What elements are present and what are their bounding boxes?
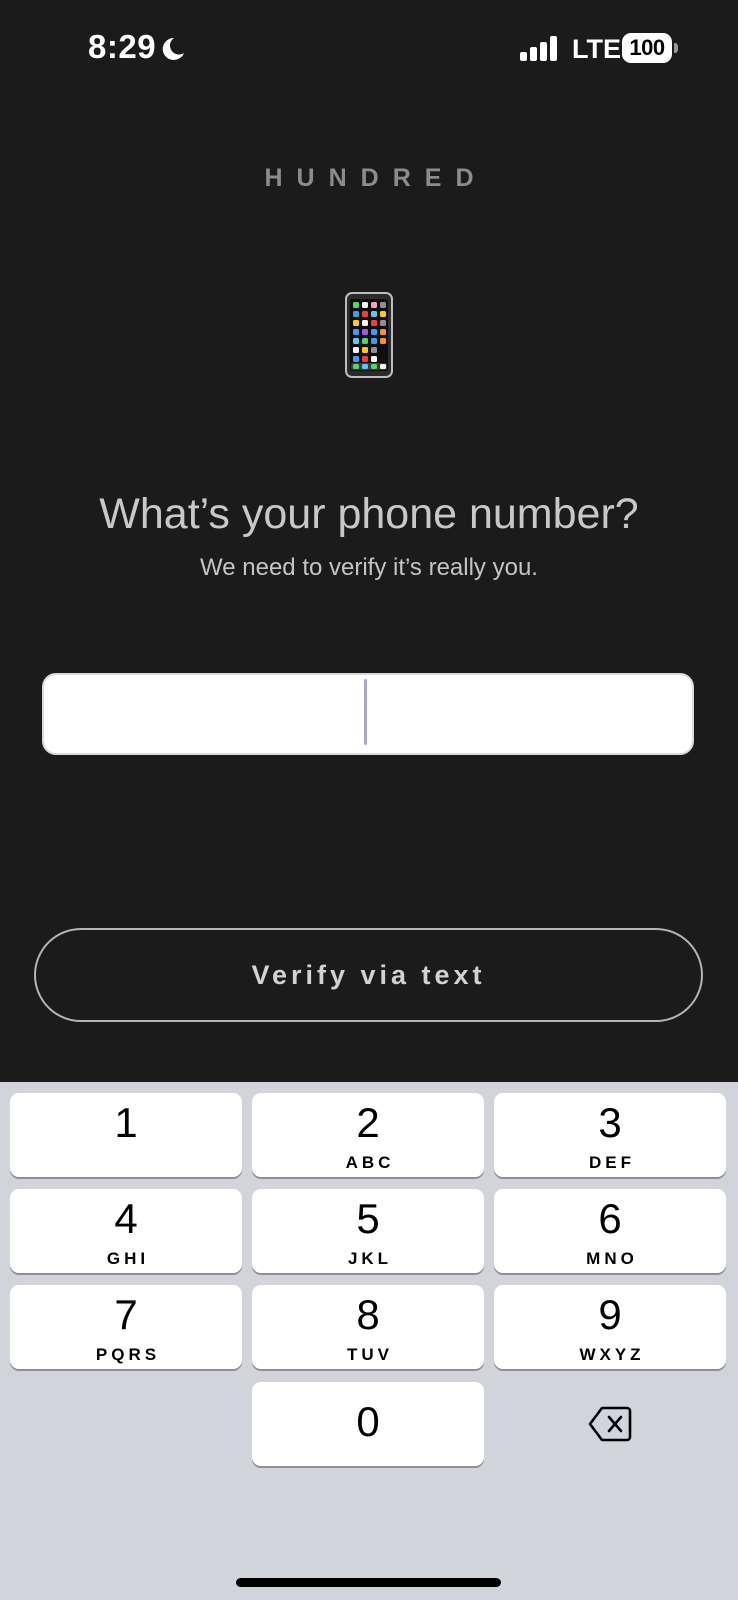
key-digit: 7 — [114, 1291, 138, 1338]
phone-number-input[interactable] — [42, 673, 694, 755]
signal-icon — [520, 36, 560, 62]
key-1[interactable]: 1 — [10, 1093, 242, 1177]
key-5[interactable]: 5 JKL — [252, 1189, 484, 1273]
key-letters: MNO — [586, 1249, 638, 1268]
delete-key[interactable] — [494, 1382, 726, 1466]
verify-via-text-button[interactable]: Verify via text — [34, 928, 703, 1022]
key-8[interactable]: 8 TUV — [252, 1285, 484, 1369]
key-letters: GHI — [106, 1249, 150, 1268]
key-2[interactable]: 2 ABC — [252, 1093, 484, 1177]
verify-button-label: Verify via text — [251, 960, 486, 990]
page-title: What’s your phone number? — [99, 490, 639, 538]
key-7[interactable]: 7 PQRS — [10, 1285, 242, 1369]
key-digit: 0 — [356, 1398, 380, 1445]
mobile-phone-icon — [345, 292, 393, 378]
battery-icon: 100 — [622, 33, 678, 63]
network-label: LTE — [572, 34, 621, 64]
key-letters: JKL — [347, 1249, 393, 1268]
key-letters: DEF — [589, 1153, 635, 1172]
key-digit: 9 — [598, 1291, 622, 1338]
key-letters: ABC — [345, 1153, 395, 1172]
key-digit: 6 — [598, 1195, 622, 1242]
key-digit: 8 — [356, 1291, 380, 1338]
brand-logo: HUNDRED — [264, 164, 488, 192]
key-letters: WXYZ — [579, 1345, 645, 1364]
key-digit: 1 — [114, 1099, 138, 1146]
status-bar: 8:29 LTE 100 — [0, 0, 738, 100]
home-indicator — [236, 1578, 501, 1587]
key-digit: 3 — [598, 1099, 622, 1146]
key-letters: PQRS — [95, 1345, 161, 1364]
key-9[interactable]: 9 WXYZ — [494, 1285, 726, 1369]
key-6[interactable]: 6 MNO — [494, 1189, 726, 1273]
page-subtitle: We need to verify it’s really you. — [200, 554, 538, 581]
battery-level: 100 — [629, 35, 665, 60]
key-3[interactable]: 3 DEF — [494, 1093, 726, 1177]
backspace-icon — [588, 1406, 632, 1442]
key-digit: 5 — [356, 1195, 380, 1242]
key-letters: TUV — [347, 1345, 393, 1364]
moon-icon — [160, 36, 186, 62]
key-digit: 4 — [114, 1195, 138, 1242]
key-0[interactable]: 0 — [252, 1382, 484, 1466]
key-4[interactable]: 4 GHI — [10, 1189, 242, 1273]
key-digit: 2 — [356, 1099, 380, 1146]
status-time: 8:29 — [88, 28, 157, 65]
